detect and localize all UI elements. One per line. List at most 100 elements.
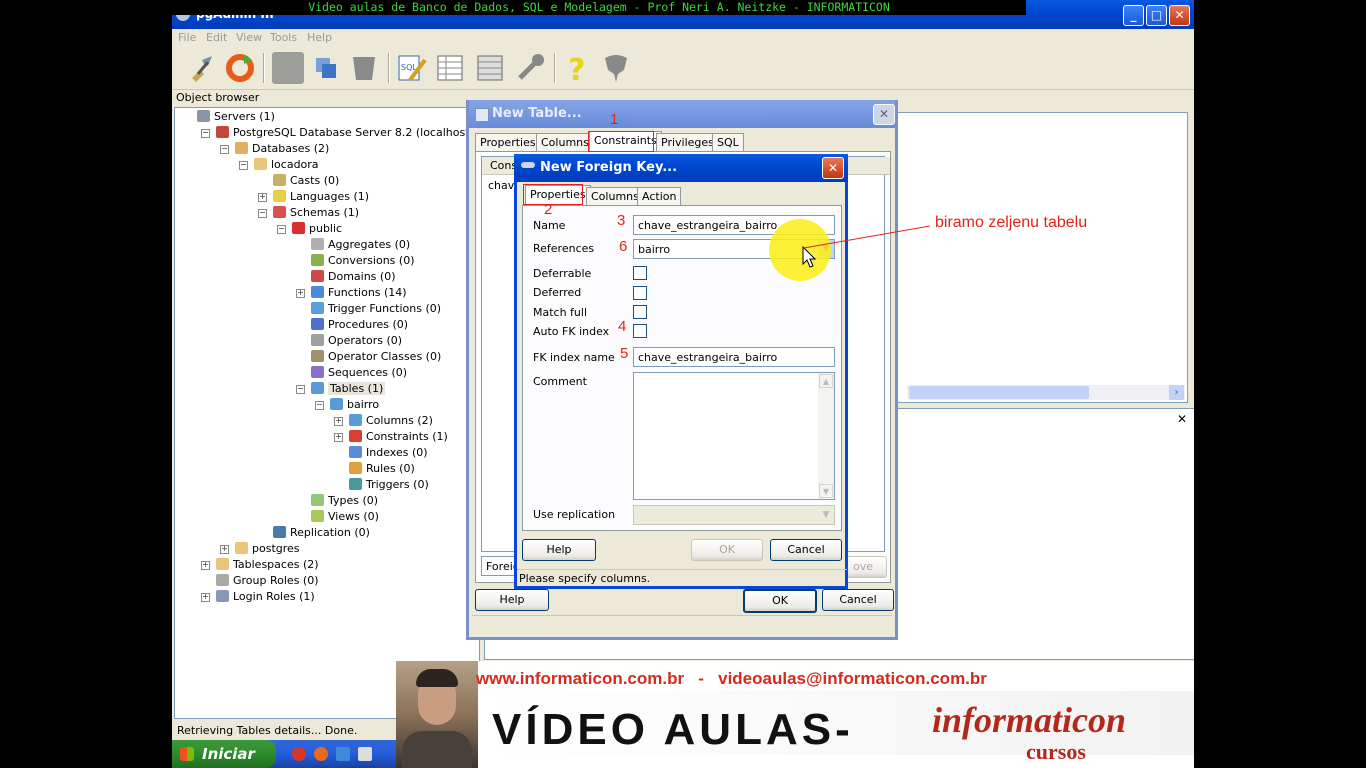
help-icon[interactable]: ? xyxy=(562,52,594,88)
foreign-key-title-bar[interactable]: New Foreign Key... ✕ xyxy=(514,154,848,182)
tab-properties[interactable]: Properties xyxy=(475,133,541,151)
new-table-close-button[interactable]: ✕ xyxy=(873,104,895,125)
tree-item[interactable]: Databases (2) xyxy=(235,142,329,156)
tree-item[interactable]: Triggers (0) xyxy=(349,478,429,492)
scroll-down-icon[interactable]: ▼ xyxy=(819,484,833,498)
tab-privileges[interactable]: Privileges xyxy=(656,133,719,151)
collapse-icon[interactable]: − xyxy=(239,161,248,170)
sql-icon[interactable]: SQL xyxy=(396,52,428,84)
tree-item[interactable]: Views (0) xyxy=(311,510,379,524)
tree-item[interactable]: PostgreSQL Database Server 8.2 (localhos… xyxy=(216,126,506,140)
new-table-title-bar[interactable]: New Table... ✕ xyxy=(469,100,895,128)
collapse-icon[interactable]: − xyxy=(296,385,305,394)
horizontal-scrollbar[interactable]: › xyxy=(907,385,1185,400)
fk-index-name-field[interactable]: chave_estrangeira_bairro xyxy=(633,347,835,367)
tree-item[interactable]: Operator Classes (0) xyxy=(311,350,441,364)
properties-icon[interactable] xyxy=(348,52,380,84)
minimize-button[interactable]: _ xyxy=(1123,5,1144,26)
tab-columns[interactable]: Columns xyxy=(536,133,594,151)
tree-item[interactable]: locadora xyxy=(254,158,319,172)
ok-button[interactable]: OK xyxy=(743,589,817,613)
quicklaunch-icon[interactable] xyxy=(314,747,328,761)
help-button[interactable]: Help xyxy=(475,589,549,611)
fk-ok-button[interactable]: OK xyxy=(691,539,763,561)
fk-help-button[interactable]: Help xyxy=(522,539,596,561)
maximize-button[interactable]: □ xyxy=(1146,5,1167,26)
tab-sql[interactable]: SQL xyxy=(712,133,744,151)
scrollbar-thumb[interactable] xyxy=(909,386,1089,399)
tree-item[interactable]: Login Roles (1) xyxy=(216,590,315,604)
tree-item[interactable]: Constraints (1) xyxy=(349,430,448,444)
expand-icon[interactable]: + xyxy=(201,561,210,570)
match-full-checkbox[interactable] xyxy=(633,305,647,319)
tree-item[interactable]: Aggregates (0) xyxy=(311,238,410,252)
collapse-icon[interactable]: − xyxy=(201,129,210,138)
refresh-icon[interactable] xyxy=(224,52,256,84)
collapse-icon[interactable]: − xyxy=(315,401,324,410)
tree-item[interactable]: Columns (2) xyxy=(349,414,433,428)
tree-item[interactable]: Functions (14) xyxy=(311,286,407,300)
quicklaunch-icon[interactable] xyxy=(358,747,372,761)
expand-icon[interactable]: + xyxy=(296,289,305,298)
tree-item[interactable]: Group Roles (0) xyxy=(216,574,319,588)
comment-textarea[interactable] xyxy=(633,372,835,500)
use-replication-select[interactable]: ▼ xyxy=(633,505,835,525)
comment-scrollbar[interactable]: ▲ ▼ xyxy=(818,373,834,499)
tree-item[interactable]: Sequences (0) xyxy=(311,366,407,380)
tree-item[interactable]: Casts (0) xyxy=(273,174,339,188)
menu-file[interactable]: File xyxy=(178,31,196,44)
tree-item[interactable]: bairro xyxy=(330,398,379,412)
menu-help[interactable]: Help xyxy=(307,31,332,44)
expand-icon[interactable]: + xyxy=(220,545,229,554)
tree-item[interactable]: Indexes (0) xyxy=(349,446,428,460)
view-data-icon[interactable] xyxy=(434,52,466,84)
tree-item[interactable]: Procedures (0) xyxy=(311,318,408,332)
tree-item[interactable]: postgres xyxy=(235,542,300,556)
menu-edit[interactable]: Edit xyxy=(206,31,227,44)
tree-item[interactable]: public xyxy=(292,222,342,236)
expand-icon[interactable]: + xyxy=(201,593,210,602)
foreign-key-close-button[interactable]: ✕ xyxy=(822,157,844,179)
tree-item[interactable]: Languages (1) xyxy=(273,190,369,204)
collapse-icon[interactable]: − xyxy=(277,225,286,234)
tree-item[interactable]: Conversions (0) xyxy=(311,254,414,268)
sql-pane-close-icon[interactable]: ✕ xyxy=(1177,412,1187,426)
filtered-data-icon[interactable] xyxy=(474,52,506,84)
auto-fk-index-checkbox[interactable] xyxy=(633,324,647,338)
collapse-icon[interactable]: − xyxy=(220,145,229,154)
tip-icon[interactable] xyxy=(600,52,632,84)
drop-icon[interactable] xyxy=(310,52,342,84)
close-button[interactable]: ✕ xyxy=(1169,5,1190,26)
tree-item[interactable]: Types (0) xyxy=(311,494,378,508)
expand-icon[interactable]: + xyxy=(258,193,267,202)
quicklaunch-icon[interactable] xyxy=(292,747,306,761)
tree-item[interactable]: Schemas (1) xyxy=(273,206,359,220)
tree-item[interactable]: Servers (1) xyxy=(197,110,275,124)
tree-item[interactable]: Tables (1) xyxy=(311,382,386,396)
tree-item[interactable]: Operators (0) xyxy=(311,334,402,348)
tree-item[interactable]: Tablespaces (2) xyxy=(216,558,319,572)
menu-view[interactable]: View xyxy=(236,31,262,44)
tree-item[interactable]: Domains (0) xyxy=(311,270,396,284)
tree-item[interactable]: Replication (0) xyxy=(273,526,370,540)
deferrable-checkbox[interactable] xyxy=(633,266,647,280)
expand-icon[interactable]: + xyxy=(334,433,343,442)
create-icon[interactable] xyxy=(272,52,304,84)
object-browser-tree[interactable]: Servers (1) − PostgreSQL Database Server 8… xyxy=(174,107,506,719)
cancel-button[interactable]: Cancel xyxy=(822,589,894,611)
quicklaunch-icon[interactable] xyxy=(336,747,350,761)
fk-tab-columns[interactable]: Columns xyxy=(586,187,644,205)
scroll-up-icon[interactable]: ▲ xyxy=(819,374,833,388)
deferred-checkbox[interactable] xyxy=(633,286,647,300)
fk-index-name-label: FK index name xyxy=(533,351,615,364)
connect-icon[interactable] xyxy=(186,52,218,84)
menu-tools[interactable]: Tools xyxy=(270,31,297,44)
maintenance-icon[interactable] xyxy=(514,52,546,84)
fk-cancel-button[interactable]: Cancel xyxy=(770,539,842,561)
scroll-right-icon[interactable]: › xyxy=(1169,385,1184,400)
tree-item[interactable]: Rules (0) xyxy=(349,462,415,476)
collapse-icon[interactable]: − xyxy=(258,209,267,218)
tree-item[interactable]: Trigger Functions (0) xyxy=(311,302,441,316)
fk-tab-action[interactable]: Action xyxy=(637,187,682,205)
expand-icon[interactable]: + xyxy=(334,417,343,426)
